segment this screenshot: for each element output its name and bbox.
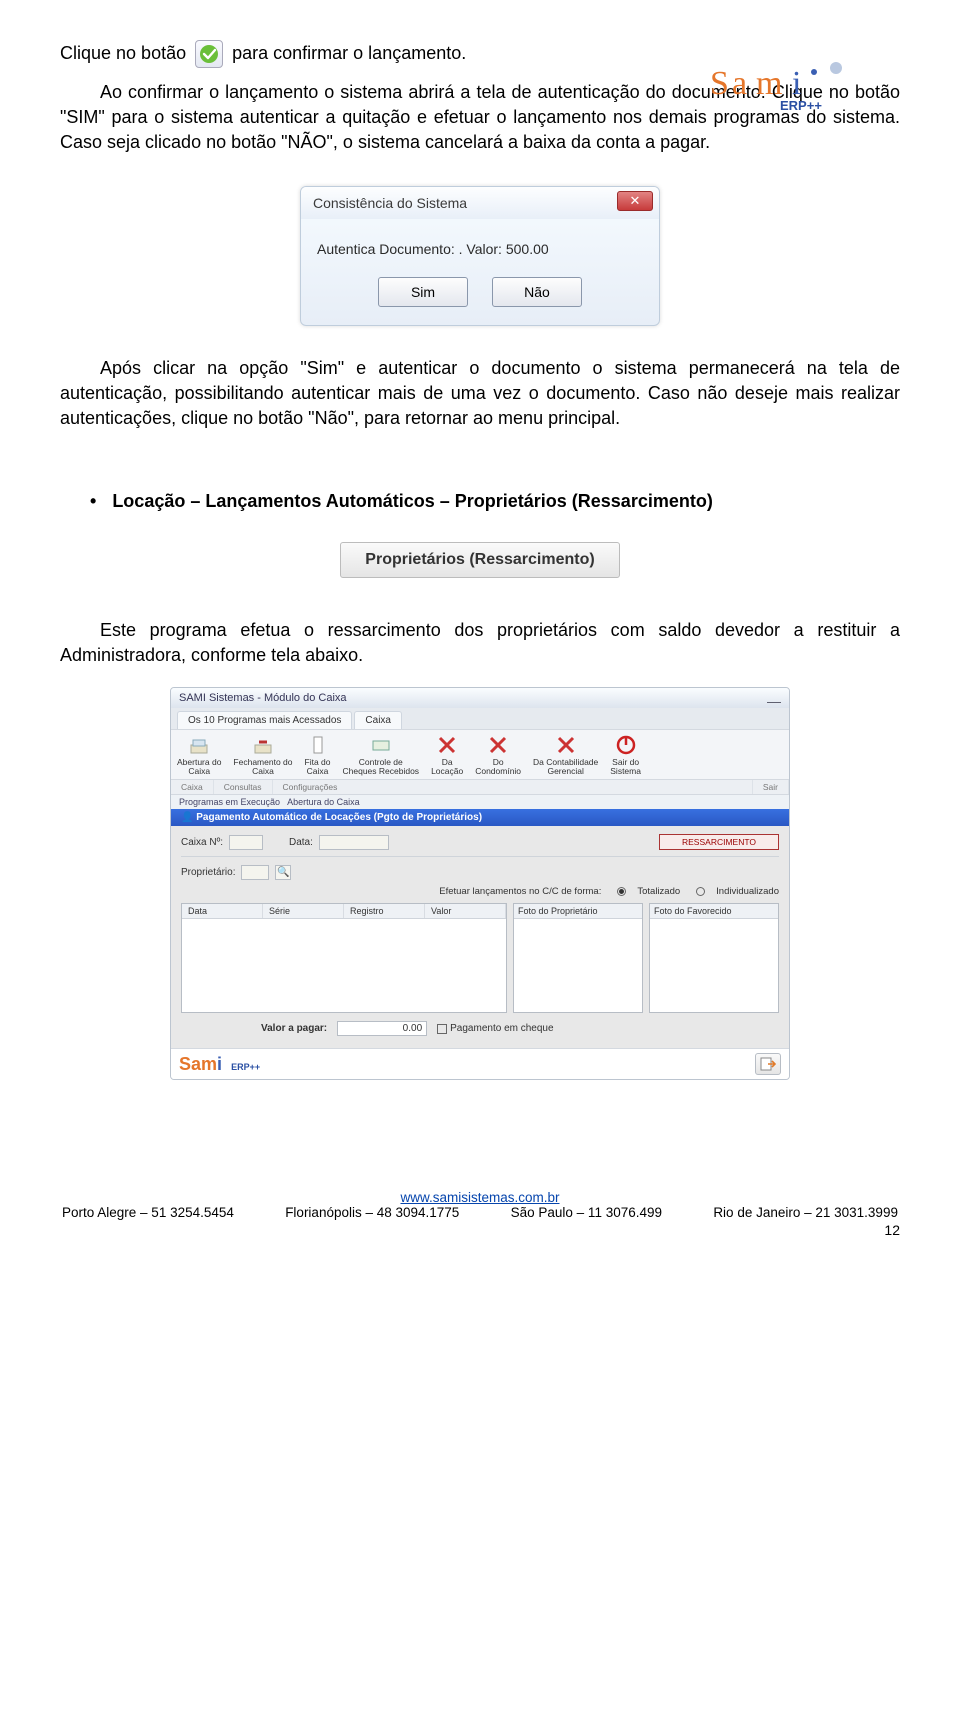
brand-logo: S a m i ERP++	[710, 60, 850, 119]
proprietarios-button[interactable]: Proprietários (Ressarcimento)	[340, 542, 620, 578]
erp-window: SAMI Sistemas - Módulo do Caixa — Os 10 …	[170, 687, 790, 1081]
svg-text:m: m	[756, 65, 782, 102]
paragraph-3: Após clicar na opção "Sim" e autenticar …	[60, 356, 900, 432]
data-label: Data:	[289, 837, 313, 848]
paragraph-4: Este programa efetua o ressarcimento dos…	[60, 618, 900, 668]
footer-cities: Porto Alegre – 51 3254.5454 Florianópoli…	[60, 1205, 900, 1220]
cheque-checkbox[interactable]	[437, 1024, 447, 1034]
erp-status-bar: Programas em Execução Abertura do Caixa	[171, 795, 789, 809]
proprietario-input[interactable]	[241, 865, 269, 880]
dialog-nao-button[interactable]: Não	[492, 277, 582, 307]
erp-section-labels: Caixa Consultas Configurações Sair	[171, 780, 789, 795]
lookup-icon[interactable]: 🔍	[275, 865, 291, 880]
caixa-input[interactable]	[229, 835, 263, 850]
page-number: 12	[60, 1222, 900, 1238]
dialog-title: Consistência do Sistema ✕	[301, 187, 659, 219]
data-input[interactable]	[319, 835, 389, 850]
erp-tab[interactable]: Os 10 Programas mais Acessados	[177, 711, 352, 729]
erp-tab[interactable]: Caixa	[354, 711, 402, 729]
confirm-icon	[195, 40, 223, 68]
radio-individualizado[interactable]	[696, 887, 705, 896]
toolbar-contabilidade[interactable]: Da Contabilidade Gerencial	[527, 730, 604, 780]
section-heading: Locação – Lançamentos Automáticos – Prop…	[90, 491, 900, 512]
toolbar-locacao[interactable]: Da Locação	[425, 730, 469, 780]
dialog-close-button[interactable]: ✕	[617, 191, 653, 211]
toolbar-fechamento[interactable]: Fechamento do Caixa	[227, 730, 298, 780]
photo-proprietario: Foto do Proprietário	[513, 903, 643, 1013]
footer-url[interactable]: www.samisistemas.com.br	[400, 1190, 559, 1205]
ressarcimento-badge: RESSARCIMENTO	[659, 834, 779, 850]
efetuar-label: Efetuar lançamentos no C/C de forma:	[439, 886, 601, 897]
logo-sub: ERP++	[780, 98, 822, 113]
erp-toolbar: Abertura do Caixa Fechamento do Caixa Fi…	[171, 729, 789, 781]
toolbar-sair[interactable]: Sair do Sistema	[604, 730, 647, 780]
erp-grid: Data Série Registro Valor	[181, 903, 507, 1013]
svg-text:a: a	[732, 65, 747, 102]
svg-text:S: S	[710, 65, 729, 102]
proprietario-label: Proprietário:	[181, 867, 235, 878]
toolbar-abertura[interactable]: Abertura do Caixa	[171, 730, 227, 780]
minimize-icon[interactable]: —	[767, 693, 781, 709]
erp-tabs: Os 10 Programas mais Acessados Caixa	[171, 708, 789, 729]
dialog-sim-button[interactable]: Sim	[378, 277, 468, 307]
erp-titlebar: SAMI Sistemas - Módulo do Caixa —	[171, 688, 789, 708]
valor-value: 0.00	[337, 1021, 427, 1036]
caixa-label: Caixa Nº:	[181, 837, 223, 848]
erp-bluebar: 👤 Pagamento Automático de Locações (Pgto…	[171, 809, 789, 826]
radio-totalizado[interactable]	[617, 887, 626, 896]
dialog-body-text: Autentica Documento: . Valor: 500.00	[301, 219, 659, 267]
toolbar-fita[interactable]: Fita do Caixa	[299, 730, 337, 780]
footer-logo: Sami ERP++	[179, 1054, 260, 1075]
exit-button[interactable]	[755, 1053, 781, 1075]
consistencia-dialog: Consistência do Sistema ✕ Autentica Docu…	[300, 186, 660, 326]
valor-label: Valor a pagar:	[261, 1023, 327, 1034]
toolbar-condominio[interactable]: Do Condomínio	[469, 730, 527, 780]
toolbar-cheques[interactable]: Controle de Cheques Recebidos	[337, 730, 426, 780]
photo-favorecido: Foto do Favorecido	[649, 903, 779, 1013]
svg-text:i: i	[792, 65, 801, 102]
